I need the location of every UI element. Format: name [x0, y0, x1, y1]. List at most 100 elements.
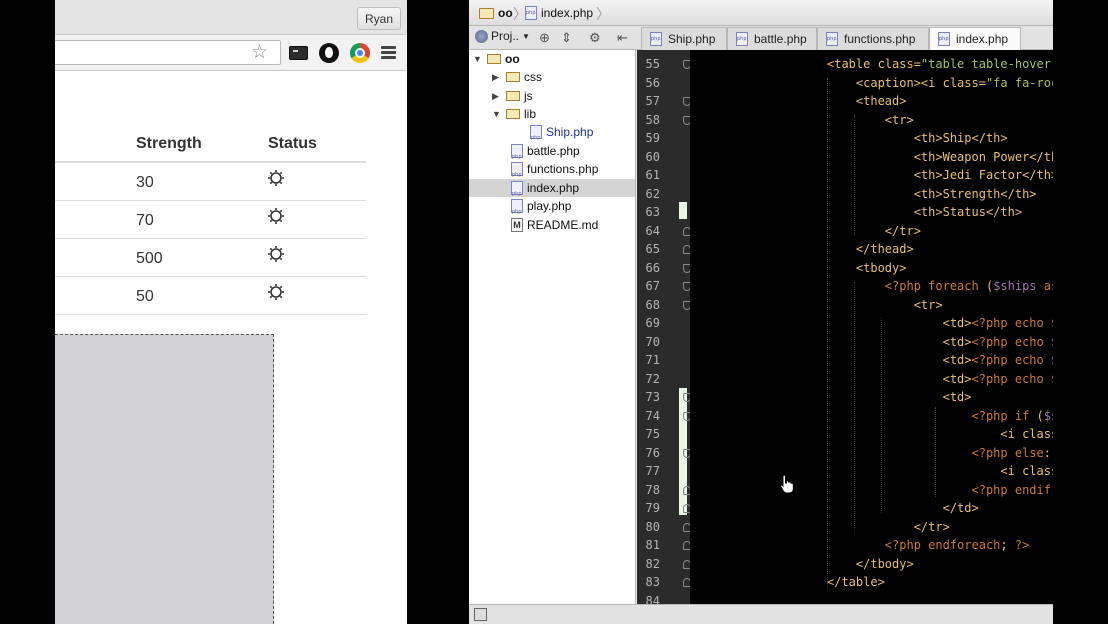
- chrome-icon[interactable]: [350, 43, 370, 63]
- breadcrumb-project[interactable]: oo: [479, 6, 513, 20]
- tool-row: Proj.. ▼ ⊕ ⇕ ⚙ ⇤ Ship.php battle.php fun…: [469, 26, 1053, 51]
- folder-icon: [506, 72, 520, 82]
- tree-item-label: oo: [505, 52, 520, 66]
- line-number: 81: [645, 538, 660, 552]
- target-icon[interactable]: ⊕: [539, 30, 550, 46]
- collapsed-arrow-icon[interactable]: ▶: [492, 68, 502, 86]
- php-file-icon: [511, 144, 523, 166]
- code-line: <?php else: ?>: [971, 445, 1052, 460]
- folder-icon: [479, 7, 494, 19]
- code-line: <i class="fa fa-c: [1000, 464, 1053, 478]
- tree-item-label: functions.php: [527, 162, 599, 176]
- breadcrumb-file[interactable]: index.php: [525, 6, 593, 20]
- tree-item-label: battle.php: [527, 144, 580, 158]
- strength-cell: 500: [136, 250, 163, 267]
- expanded-arrow-icon[interactable]: ▼: [473, 50, 483, 68]
- code-line: <th>Jedi Factor</th>: [827, 168, 1053, 182]
- panel-toggle-icon[interactable]: [474, 608, 487, 621]
- code-line: <td><?php echo $ship->get: [827, 316, 1053, 330]
- line-number: 60: [645, 149, 660, 164]
- line-number: 73: [645, 390, 660, 404]
- tree-item-readme-md[interactable]: M README.md: [511, 216, 598, 234]
- code-line: <tr>: [827, 297, 943, 312]
- line-number: 67: [645, 279, 660, 293]
- tree-item-ship-php[interactable]: Ship.php: [530, 123, 593, 147]
- strength-cell: 50: [136, 288, 154, 305]
- sun-icon: [268, 170, 284, 186]
- line-number: 64: [645, 223, 660, 238]
- selection-area: [55, 334, 274, 624]
- code-line: </tr>: [827, 223, 921, 238]
- line-number: 76: [645, 445, 660, 460]
- folder-icon: [506, 91, 520, 101]
- project-view-selector[interactable]: Proj.. ▼: [475, 29, 530, 43]
- php-file-icon: [736, 32, 748, 46]
- code-line: </td>: [827, 501, 979, 515]
- line-number: 61: [645, 168, 660, 182]
- tree-item-play-php[interactable]: play.php: [511, 197, 571, 221]
- line-number: 69: [645, 316, 660, 330]
- php-file-icon: [511, 199, 523, 221]
- collapsed-arrow-icon[interactable]: ▶: [492, 87, 502, 105]
- menu-icon[interactable]: [381, 46, 396, 60]
- code-line: <td><?php echo $ship->get: [827, 353, 1053, 367]
- php-file-icon: [525, 6, 537, 20]
- hide-panel-icon[interactable]: ⇤: [617, 30, 628, 46]
- code-line: <?php if ($ship->isFu: [971, 408, 1054, 423]
- tree-item-oo[interactable]: ▼ oo: [473, 50, 520, 68]
- flame-extension-icon[interactable]: [319, 43, 339, 63]
- bookmark-star-icon[interactable]: ☆: [251, 42, 268, 64]
- tree-item-index-php[interactable]: index.php: [469, 179, 635, 203]
- line-number: 63: [645, 205, 660, 219]
- sun-icon: [268, 284, 284, 300]
- strength-cell: 30: [136, 174, 154, 191]
- tree-item-label: css: [524, 70, 542, 84]
- tab-battle-php[interactable]: battle.php: [727, 27, 817, 50]
- strength-cell: 70: [136, 212, 154, 229]
- breadcrumb-separator-icon: 〉: [596, 6, 610, 22]
- project-icon: [475, 29, 488, 43]
- line-number: 66: [645, 260, 660, 275]
- tree-item-js[interactable]: ▶ js: [492, 87, 533, 105]
- tab-index-php[interactable]: index.php: [929, 27, 1021, 51]
- breadcrumb-label: oo: [498, 6, 513, 20]
- code-editor[interactable]: <table class="table table-hover"> <capti…: [690, 50, 1053, 604]
- table-row: 500: [55, 239, 366, 277]
- code-line: </tr>: [827, 519, 950, 534]
- tree-item-css[interactable]: ▶ css: [492, 68, 542, 86]
- address-bar[interactable]: ☆: [55, 40, 281, 65]
- column-header-status: Status: [268, 135, 317, 152]
- markdown-file-icon: M: [511, 218, 523, 232]
- line-number: 65: [645, 242, 660, 256]
- tree-item-lib[interactable]: ▼ lib: [492, 105, 536, 123]
- browser-window: Ryan ☆ Strength Status 30 70 500 50: [55, 0, 407, 624]
- tree-item-label: js: [524, 89, 533, 103]
- code-line: <th>Weapon Power</th>: [827, 149, 1053, 164]
- php-file-icon: [530, 125, 542, 147]
- profile-button[interactable]: Ryan: [356, 7, 401, 30]
- navigation-bar: oo 〉 index.php 〉: [469, 0, 1053, 26]
- collapse-icon[interactable]: ⇕: [561, 30, 572, 46]
- terminal-extension-icon[interactable]: [289, 46, 308, 60]
- breadcrumb-label: index.php: [541, 6, 594, 20]
- tree-item-battle-php[interactable]: battle.php: [511, 142, 580, 166]
- line-number: 62: [645, 186, 660, 201]
- line-number: 71: [645, 353, 660, 367]
- code-line: <th>Status</th>: [827, 205, 1023, 219]
- tab-functions-php[interactable]: functions.php: [817, 27, 929, 50]
- line-number: 79: [645, 501, 660, 515]
- column-header-strength: Strength: [136, 135, 202, 152]
- sun-icon: [268, 246, 284, 262]
- dropdown-arrow-icon: ▼: [522, 31, 530, 41]
- tab-label: battle.php: [754, 32, 807, 46]
- tree-item-functions-php[interactable]: functions.php: [511, 160, 599, 184]
- line-number: 56: [645, 75, 660, 90]
- expanded-arrow-icon[interactable]: ▼: [492, 105, 502, 123]
- tree-item-label: README.md: [527, 218, 599, 232]
- line-number: 58: [645, 112, 660, 127]
- line-number-gutter[interactable]: 55 56 57 58 59 60 61 62 63 64 65 66 67 68 69 70 71 72 73 74…: [637, 50, 691, 608]
- gear-icon[interactable]: ⚙: [589, 30, 601, 46]
- line-number: 78: [645, 482, 660, 497]
- php-file-icon: [938, 32, 950, 46]
- tab-ship-php[interactable]: Ship.php: [641, 27, 727, 50]
